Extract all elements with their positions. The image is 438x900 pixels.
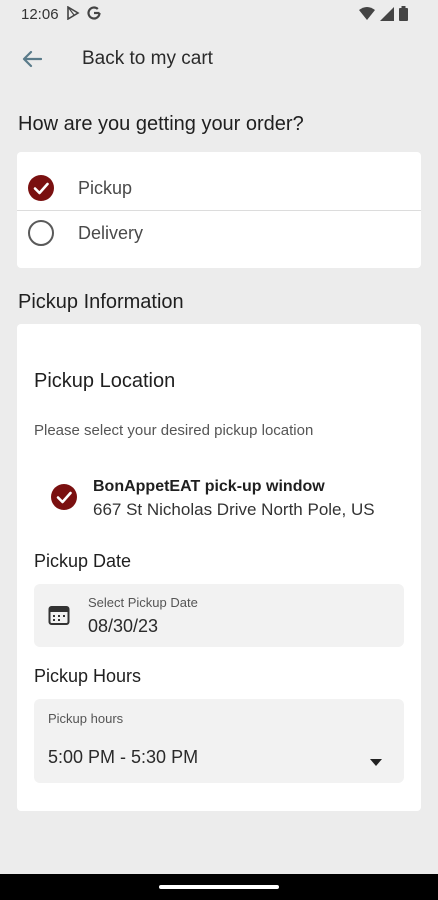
option-pickup[interactable]: Pickup	[17, 165, 421, 211]
google-icon	[86, 5, 102, 26]
pickup-date-value: 08/30/23	[88, 616, 159, 636]
location-address: 667 St Nicholas Drive North Pole, US	[93, 500, 375, 519]
option-delivery-label: Delivery	[78, 222, 144, 243]
unchecked-circle-icon[interactable]	[28, 220, 54, 246]
pickup-date-title: Pickup Date	[34, 551, 132, 571]
app-bar: Back to my cart	[0, 36, 438, 82]
checked-circle-icon[interactable]	[28, 175, 54, 201]
pickup-location-description: Please select your desired pickup locati…	[34, 422, 314, 439]
battery-icon	[399, 6, 408, 26]
play-store-icon	[66, 5, 80, 25]
option-pickup-label: Pickup	[78, 177, 133, 198]
pickup-hours-label: Pickup hours	[48, 711, 124, 726]
status-bar: 12:06	[0, 0, 438, 30]
calendar-icon	[48, 604, 70, 631]
pickup-date-label: Select Pickup Date	[88, 595, 198, 610]
pickup-info-title: Pickup Information	[18, 291, 184, 313]
status-time: 12:06	[21, 6, 59, 23]
pickup-hours-value: 5:00 PM - 5:30 PM	[48, 747, 199, 767]
pickup-hours-select[interactable]: Pickup hours 5:00 PM - 5:30 PM	[34, 699, 404, 783]
order-method-card: Pickup Delivery	[17, 152, 421, 268]
option-delivery[interactable]: Delivery	[17, 210, 421, 256]
signal-icon	[380, 6, 394, 26]
pickup-date-field[interactable]: Select Pickup Date 08/30/23	[34, 584, 404, 647]
location-name[interactable]: BonAppetEAT pick-up window	[93, 478, 325, 496]
dropdown-arrow-icon[interactable]	[370, 753, 382, 771]
order-method-title: How are you getting your order?	[18, 113, 304, 135]
home-gesture-handle[interactable]	[159, 885, 279, 889]
location-checked-icon[interactable]	[51, 484, 77, 510]
pickup-info-card: Pickup Location Please select your desir…	[17, 324, 421, 811]
back-arrow-icon[interactable]	[18, 46, 46, 72]
pickup-hours-title: Pickup Hours	[34, 666, 142, 686]
back-to-cart-link[interactable]: Back to my cart	[82, 48, 213, 70]
wifi-icon	[359, 6, 375, 26]
system-nav-bar	[0, 874, 438, 900]
pickup-location-title: Pickup Location	[34, 370, 176, 392]
